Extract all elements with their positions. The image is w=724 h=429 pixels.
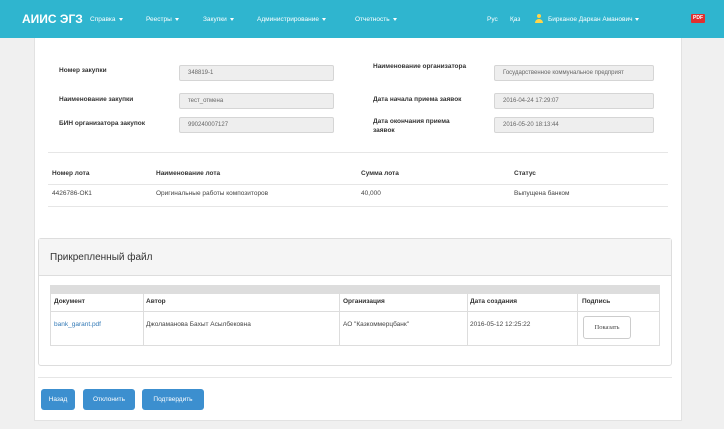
- file-created: 2016-05-12 12:25:22: [470, 321, 531, 328]
- chevron-down-icon: [229, 17, 234, 21]
- app-brand[interactable]: АИИС ЭГЗ: [22, 12, 83, 26]
- file-organization: АО "Казкоммерцбанк": [343, 321, 410, 328]
- menu-purchases-label: Закупки: [203, 16, 227, 23]
- confirm-button[interactable]: Подтвердить: [142, 389, 204, 410]
- lots-header-sum: Сумма лота: [361, 170, 399, 177]
- menu-registries[interactable]: Реестры: [146, 16, 179, 23]
- file-author: Джоламанова Бахыт Асылбековна: [146, 321, 251, 328]
- chevron-down-icon: [321, 17, 326, 21]
- menu-administration-label: Администрирование: [257, 16, 319, 23]
- lots-header-divider: [48, 184, 668, 185]
- files-header-created: Дата создания: [470, 298, 518, 305]
- user-name: Бирканое Даркан Аманович: [548, 16, 633, 23]
- files-header-signature: Подпись: [582, 298, 611, 305]
- start-date-label: Дата начала приема заявок: [373, 96, 462, 103]
- menu-help-label: Справка: [90, 16, 116, 23]
- menu-reports[interactable]: Отчетность: [355, 16, 397, 23]
- menu-administration[interactable]: Администрирование: [257, 16, 326, 23]
- top-navbar: АИИС ЭГЗ Справка Реестры Закупки Админис…: [0, 0, 724, 38]
- end-date-field: 2016-05-20 18:13:44: [494, 117, 654, 133]
- attached-file-header: Прикрепленный файл: [39, 239, 671, 276]
- lots-header-number: Номер лота: [52, 170, 90, 177]
- purchase-number-label: Номер закупки: [59, 67, 107, 74]
- menu-purchases[interactable]: Закупки: [203, 16, 234, 23]
- purchase-name-label: Наименование закупки: [59, 96, 134, 103]
- lot-number: 4426786-ОК1: [52, 190, 92, 197]
- end-date-label: Дата окончания приема заявок: [373, 118, 450, 134]
- lot-name: Оригинальные работы композиторов: [156, 190, 269, 197]
- bin-label: БИН организатора закупок: [59, 120, 146, 127]
- files-header-document: Документ: [54, 298, 85, 305]
- pdf-icon[interactable]: PDF: [691, 14, 705, 23]
- lot-sum: 40,000: [361, 190, 381, 197]
- organizer-field: Государственное коммунальное предприят: [494, 65, 654, 81]
- user-menu[interactable]: Бирканое Даркан Аманович: [548, 16, 640, 23]
- lots-row-divider: [48, 206, 668, 207]
- menu-help[interactable]: Справка: [90, 16, 123, 23]
- chevron-down-icon: [174, 17, 179, 21]
- files-header-organization: Организация: [343, 298, 385, 305]
- purchase-name-field: тест_отмена: [179, 93, 334, 109]
- files-header-author: Автор: [146, 298, 166, 305]
- lots-header-status: Статус: [514, 170, 536, 177]
- file-document-link[interactable]: bank_garant.pdf: [54, 321, 101, 328]
- purchase-number-field: 348819-1: [179, 65, 334, 81]
- lang-ru[interactable]: Рус: [487, 16, 498, 23]
- lot-status: Выпущена банком: [514, 190, 570, 197]
- chevron-down-icon: [392, 17, 397, 21]
- lang-kz[interactable]: Қаз: [510, 16, 520, 23]
- lots-header-name: Наименование лота: [156, 170, 221, 177]
- actions-divider: [38, 377, 672, 378]
- chevron-down-icon: [118, 17, 123, 21]
- show-signature-button[interactable]: Показать: [583, 316, 631, 339]
- attached-file-title: Прикрепленный файл: [50, 252, 153, 263]
- organizer-label: Наименование организатора: [373, 63, 467, 70]
- menu-reports-label: Отчетность: [355, 16, 390, 23]
- menu-registries-label: Реестры: [146, 16, 172, 23]
- divider: [48, 152, 668, 153]
- user-icon: [535, 14, 543, 24]
- back-button[interactable]: Назад: [41, 389, 75, 410]
- table-toolbar: [50, 285, 660, 294]
- start-date-field: 2016-04-24 17:29:07: [494, 93, 654, 109]
- bin-field: 990240007127: [179, 117, 334, 133]
- chevron-down-icon: [635, 17, 640, 21]
- reject-button[interactable]: Отклонить: [83, 389, 135, 410]
